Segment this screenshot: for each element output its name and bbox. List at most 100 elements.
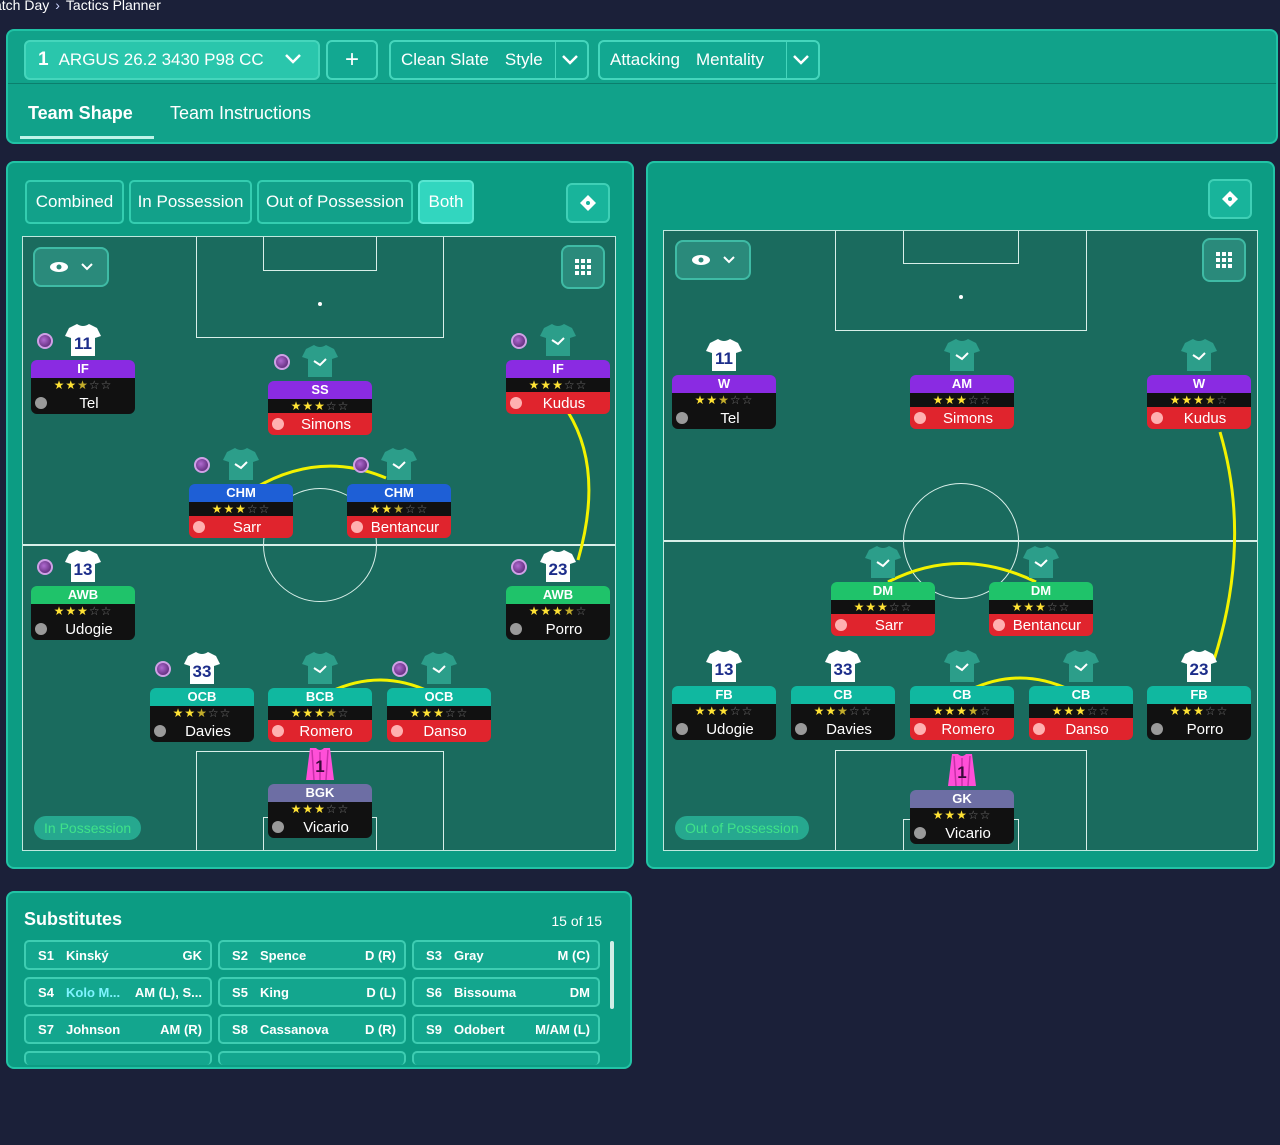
sub-position: D (L) [366, 984, 396, 1000]
substitutes-scrollbar[interactable] [610, 941, 614, 1009]
player-name: Kudus [1183, 409, 1227, 427]
in-possession-player-card[interactable]: OCB ★★★☆☆ Danso [387, 652, 491, 742]
player-name-row: Simons [910, 407, 1014, 429]
out-of-possession-player-card[interactable]: DM ★★★☆☆ Bentancur [989, 546, 1093, 636]
player-trait-orb-icon[interactable] [37, 559, 53, 575]
shirt-icon [1021, 544, 1061, 580]
in-possession-player-card[interactable]: SS ★★★☆☆ Simons [268, 345, 372, 435]
star-rating: ★★★☆☆ [831, 600, 935, 614]
svg-text:33: 33 [834, 660, 853, 679]
player-name-row: Tel [672, 407, 776, 429]
sub-name: Odobert [454, 1021, 505, 1037]
player-role: FB [1147, 686, 1251, 704]
player-trait-orb-icon[interactable] [392, 661, 408, 677]
out-of-possession-player-card[interactable]: CB ★★★★☆ Romero [910, 650, 1014, 740]
substitute-item[interactable] [218, 1051, 406, 1065]
svg-text:1: 1 [957, 763, 966, 782]
out-of-possession-player-card[interactable]: W ★★★★☆ Kudus [1147, 339, 1251, 429]
player-name-row: Kudus [506, 392, 610, 414]
substitute-item[interactable]: S8 Cassanova D (R) [218, 1014, 406, 1044]
substitute-item[interactable]: S9 Odobert M/AM (L) [412, 1014, 600, 1044]
player-trait-orb-icon[interactable] [353, 457, 369, 473]
player-role: W [672, 375, 776, 393]
player-trait-orb-icon[interactable] [194, 457, 210, 473]
sub-name: Kinský [66, 947, 109, 963]
shirt-icon [1061, 648, 1101, 684]
person-icon [1151, 723, 1163, 735]
svg-text:33: 33 [193, 662, 212, 681]
player-role: BGK [268, 784, 372, 802]
player-name-row: Tel [31, 392, 135, 414]
star-rating: ★★★☆☆ [31, 604, 135, 618]
player-name: Bentancur [1012, 616, 1082, 634]
sub-name: Bissouma [454, 984, 517, 1000]
in-possession-player-card[interactable]: CHM ★★★☆☆ Bentancur [347, 448, 451, 538]
person-icon [914, 412, 926, 424]
svg-text:13: 13 [715, 660, 734, 679]
person-icon [154, 725, 166, 737]
in-possession-player-card[interactable]: IF ★★★☆☆ Kudus [506, 324, 610, 414]
star-rating: ★★★☆☆ [387, 706, 491, 720]
player-name: Udogie [65, 620, 113, 638]
in-possession-player-card[interactable]: CHM ★★★☆☆ Sarr [189, 448, 293, 538]
substitute-item[interactable] [24, 1051, 212, 1065]
substitute-item[interactable]: S6 Bissouma DM [412, 977, 600, 1007]
out-of-possession-player-card[interactable]: 1 GK ★★★☆☆ Vicario [910, 754, 1014, 844]
star-rating: ★★★☆☆ [189, 502, 293, 516]
person-icon [272, 725, 284, 737]
player-role: CB [910, 686, 1014, 704]
player-name-row: Udogie [31, 618, 135, 640]
out-of-possession-player-card[interactable]: 23 FB ★★★☆☆ Porro [1147, 650, 1251, 740]
player-trait-orb-icon[interactable] [155, 661, 171, 677]
substitute-item[interactable]: S2 Spence D (R) [218, 940, 406, 970]
person-icon [676, 412, 688, 424]
player-trait-orb-icon[interactable] [511, 559, 527, 575]
in-possession-player-card[interactable]: 33 OCB ★★★☆☆ Davies [150, 652, 254, 742]
player-name: Porro [545, 620, 583, 638]
substitute-item[interactable]: S7 Johnson AM (R) [24, 1014, 212, 1044]
substitute-item[interactable]: S1 Kinský GK [24, 940, 212, 970]
player-name-row: Danso [1029, 718, 1133, 740]
player-name: Vicario [303, 818, 349, 836]
player-name: Vicario [945, 824, 991, 842]
goalkeeper-shirt-icon: 1 [942, 752, 982, 788]
player-role: W [1147, 375, 1251, 393]
out-of-possession-player-card[interactable]: 33 CB ★★★☆☆ Davies [791, 650, 895, 740]
player-trait-orb-icon[interactable] [37, 333, 53, 349]
person-icon [1033, 723, 1045, 735]
substitute-item[interactable]: S5 King D (L) [218, 977, 406, 1007]
player-role: AM [910, 375, 1014, 393]
out-of-possession-player-card[interactable]: 11 W ★★★☆☆ Tel [672, 339, 776, 429]
player-name: Bentancur [370, 518, 440, 536]
out-of-possession-player-card[interactable]: DM ★★★☆☆ Sarr [831, 546, 935, 636]
sub-slot: S4 [38, 984, 54, 1000]
substitute-item[interactable]: S4 Kolo M... AM (L), S... [24, 977, 212, 1007]
substitute-item[interactable]: S3 Gray M (C) [412, 940, 600, 970]
player-trait-orb-icon[interactable] [274, 354, 290, 370]
in-possession-player-card[interactable]: 13 AWB ★★★☆☆ Udogie [31, 550, 135, 640]
player-name-row: Sarr [831, 614, 935, 636]
in-possession-player-card[interactable]: 23 AWB ★★★★☆ Porro [506, 550, 610, 640]
sub-position: D (R) [364, 1021, 396, 1037]
out-of-possession-player-card[interactable]: CB ★★★☆☆ Danso [1029, 650, 1133, 740]
player-name-row: Porro [506, 618, 610, 640]
shirt-icon: 13 [704, 648, 744, 684]
player-name-row: Romero [910, 718, 1014, 740]
player-trait-orb-icon[interactable] [511, 333, 527, 349]
player-name: Sarr [874, 616, 904, 634]
substitutes-title: Substitutes [24, 909, 123, 929]
in-possession-player-card[interactable]: 11 IF ★★★☆☆ Tel [31, 324, 135, 414]
substitute-item[interactable] [412, 1051, 600, 1065]
shirt-icon: 33 [182, 650, 222, 686]
player-name: Tel [720, 409, 740, 427]
sub-position: AM (R) [160, 1021, 202, 1037]
in-possession-player-card[interactable]: 1 BGK ★★★☆☆ Vicario [268, 748, 372, 838]
star-rating: ★★★☆☆ [31, 378, 135, 392]
out-of-possession-player-card[interactable]: 13 FB ★★★☆☆ Udogie [672, 650, 776, 740]
sub-slot: S1 [38, 947, 54, 963]
player-name: Tel [79, 394, 99, 412]
star-rating: ★★★★☆ [506, 604, 610, 618]
out-of-possession-player-card[interactable]: AM ★★★☆☆ Simons [910, 339, 1014, 429]
in-possession-player-card[interactable]: BCB ★★★★☆ Romero [268, 652, 372, 742]
person-icon [1151, 412, 1163, 424]
